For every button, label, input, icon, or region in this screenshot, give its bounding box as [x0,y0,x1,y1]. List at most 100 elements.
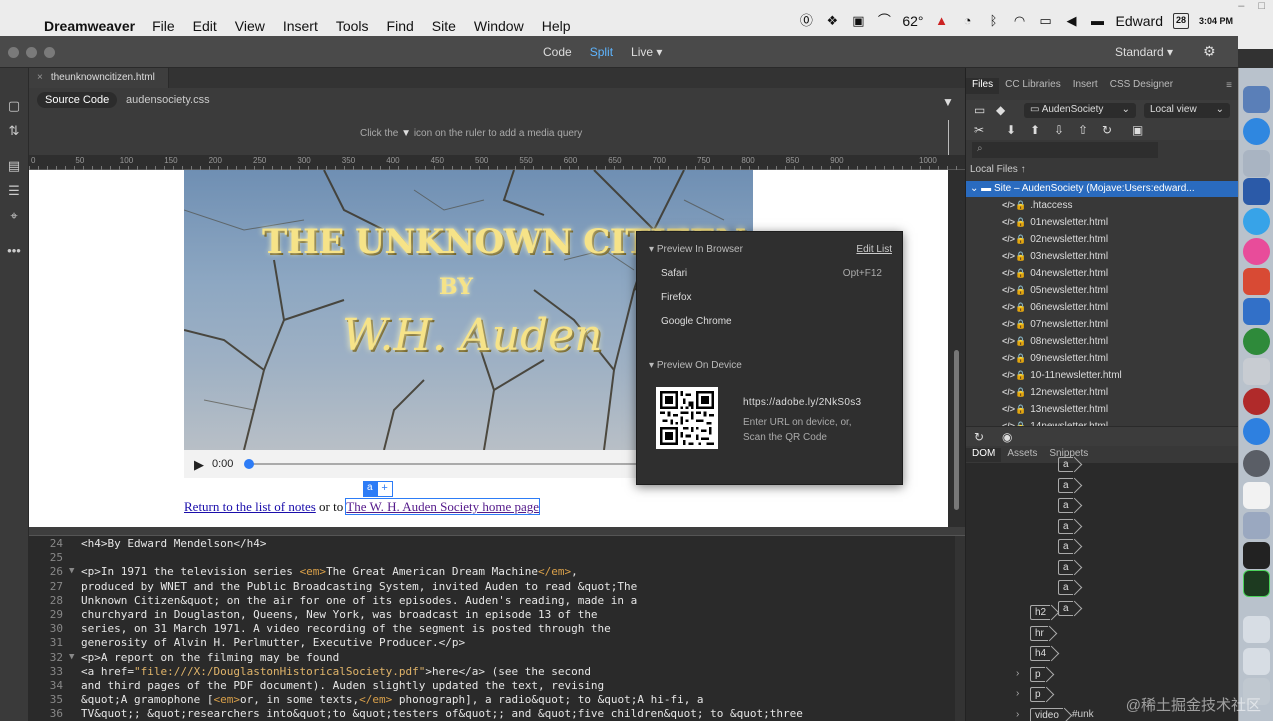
browser-safari[interactable]: Safari [661,268,687,279]
dom-node-a[interactable]: a [1058,600,1073,616]
app-menu[interactable]: Dreamweaver [44,18,135,34]
society-link[interactable]: The W. H. Auden Society home page [345,498,541,515]
system-prefs-icon[interactable] [1243,450,1270,477]
minimize-icon[interactable]: – [1238,0,1244,12]
menu-edit[interactable]: Edit [193,18,217,34]
element-tag-label[interactable]: a [363,481,377,497]
word-icon[interactable] [1243,178,1270,205]
app-icon-blue[interactable] [1243,298,1270,325]
file-row[interactable]: </>🔒 03newsletter.html [1002,251,1108,262]
notes-link[interactable]: Return to the list of notes [184,499,316,514]
close-tab-icon[interactable]: × [37,72,43,83]
get-files-icon[interactable]: ⬇ [1006,123,1016,137]
zoom-window-button[interactable] [44,47,55,58]
dom-node-a[interactable]: a [1058,580,1073,595]
dom-node-hr[interactable]: hr [1030,625,1048,641]
calendar-icon[interactable]: 28 [1172,13,1189,29]
file-row[interactable]: </>🔒 12newsletter.html [1002,387,1108,398]
code-line[interactable]: &quot;A gramophone [<em>or, in some text… [81,693,704,706]
dropbox-icon[interactable]: ❖ [824,13,840,29]
inspect-icon[interactable]: ☰ [6,183,22,199]
dom-node-h4[interactable]: h4 [1030,646,1051,661]
menu-find[interactable]: Find [387,18,414,34]
scrollbar-thumb[interactable] [954,350,959,510]
preview-url[interactable]: https://adobe.ly/2NkS0s3 [743,397,861,408]
site-root-row[interactable]: ⌄ ▬ Site – AudenSociety (Mojave:Users:ed… [966,181,1239,197]
dom-node-a[interactable]: a [1058,518,1073,534]
file-row[interactable]: </>🔒 06newsletter.html [1002,302,1108,313]
check-out-icon[interactable]: ⇩ [1054,123,1064,137]
expand-arrow-icon[interactable]: › [1016,709,1019,720]
fold-toggle-icon[interactable]: ▼ [69,652,74,662]
local-files-header[interactable]: Local Files ↑ [970,164,1026,175]
code-view-button[interactable]: Code [543,45,572,59]
git-icon[interactable]: ◆ [996,103,1005,117]
file-row[interactable]: </>🔒 04newsletter.html [1002,268,1108,279]
split-view-button[interactable]: Split [590,45,613,59]
expand-arrow-icon[interactable]: › [1016,668,1019,679]
code-line[interactable]: and third pages of the PDF document). Au… [81,679,604,692]
file-row[interactable]: </>🔒 01newsletter.html [1002,217,1108,228]
file-row[interactable]: </>🔒 .htaccess [1002,200,1072,211]
dom-node-a[interactable]: a [1058,539,1073,554]
app-store-icon[interactable] [1243,418,1270,445]
code-line[interactable]: <a href="file:///X:/DouglastonHistorical… [81,665,591,678]
sync-settings-icon[interactable]: ⚙ [1203,43,1216,60]
browser-firefox[interactable]: Firefox [661,292,692,303]
clip-icon[interactable]: ⌒ [876,13,892,29]
tab-cc-libraries[interactable]: CC Libraries [999,78,1067,94]
finder-icon[interactable] [1243,86,1270,113]
code-line[interactable]: produced by WNET and the Public Broadcas… [81,580,637,593]
app-icon-gray[interactable] [1243,358,1270,385]
close-window-button[interactable] [8,47,19,58]
app-icon-window[interactable] [1243,512,1270,539]
textedit-icon[interactable] [1243,482,1270,509]
menu-window[interactable]: Window [474,18,524,34]
downloads-icon[interactable] [1243,616,1270,643]
tab-insert[interactable]: Insert [1067,78,1104,94]
file-row[interactable]: </>🔒 07newsletter.html [1002,319,1108,330]
menu-tools[interactable]: Tools [336,18,369,34]
preview-in-browser-heading[interactable]: ▾ Preview In Browser [649,244,743,255]
panel-menu-icon[interactable]: ≡ [1226,80,1232,91]
app-icon-bug[interactable] [1243,388,1270,415]
dreamweaver-icon[interactable] [1243,570,1270,597]
code-line[interactable]: TV&quot;; &quot;researchers into&quot;to… [81,707,803,720]
bluetooth-icon[interactable]: ᛒ [986,13,1002,29]
menu-help[interactable]: Help [542,18,571,34]
dom-node-a[interactable]: a [1058,457,1073,472]
tab-css-designer[interactable]: CSS Designer [1104,78,1179,94]
dom-node-video[interactable]: video [1030,707,1063,721]
app-icon-red[interactable] [1243,268,1270,295]
related-css-tab[interactable]: audensociety.css [126,94,210,106]
dom-node-a[interactable]: a [1058,477,1073,493]
preview-on-device-heading[interactable]: ▾ Preview On Device [649,360,742,371]
visual-media-query-icon[interactable]: ⌖ [6,208,22,224]
file-row[interactable]: </>🔒 10-11newsletter.html [1002,370,1122,381]
expand-icon[interactable]: ▣ [1132,123,1143,137]
file-row[interactable]: </>🔒 09newsletter.html [1002,353,1108,364]
put-files-icon[interactable]: ⬆ [1030,123,1040,137]
dom-node-a[interactable]: a [1058,559,1073,575]
file-row[interactable]: </>🔒 05newsletter.html [1002,285,1108,296]
dom-node-p[interactable]: p [1030,666,1045,682]
menu-file[interactable]: File [152,18,175,34]
site-select[interactable]: ▭ AudenSociety ⌄ [1024,103,1136,118]
code-line[interactable]: <p>In 1971 the television series <em>The… [81,565,578,578]
tab-files[interactable]: Files [966,78,1000,94]
menu-insert[interactable]: Insert [283,18,318,34]
filter-icon[interactable]: ▼ [942,95,954,109]
live-view-button[interactable]: Live ▾ [631,45,662,59]
video-progress-handle[interactable] [244,459,254,469]
clock[interactable]: 3:04 PM [1199,16,1233,26]
code-scrollbar[interactable] [955,536,965,721]
add-element-button[interactable]: + [376,481,393,497]
dom-node-a[interactable]: a [1058,498,1073,513]
onepassword-icon[interactable]: ⓪ [798,13,814,29]
dom-node-h2[interactable]: h2 [1030,605,1051,620]
split-divider[interactable] [29,527,965,535]
flag-icon[interactable]: ▬ [1090,13,1106,29]
source-code-tab[interactable]: Source Code [37,92,118,108]
volume-icon[interactable]: ◀ [1064,13,1080,29]
live-code-icon[interactable]: ▤ [6,158,22,174]
